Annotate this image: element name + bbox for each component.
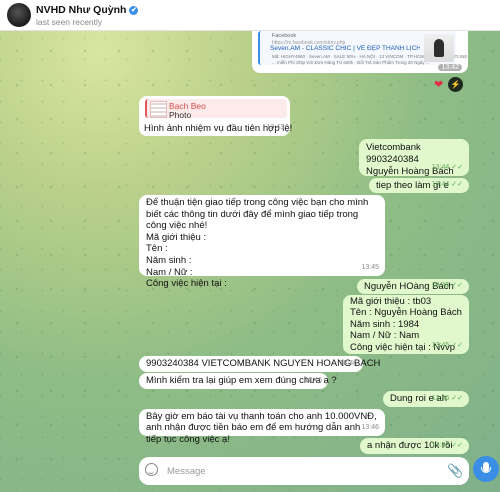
microphone-stand — [481, 467, 491, 473]
read-check-icon: ✓✓ — [451, 164, 463, 171]
message-time: 13:46 ✓✓ — [431, 395, 463, 402]
photo-thumbnail-icon — [150, 101, 167, 118]
read-check-icon: ✓✓ — [451, 181, 463, 188]
link-preview-description: ... miễn Phí Ship Với Đơn Hàng Từ 600k ·… — [272, 60, 430, 65]
message-text: Mình kiểm tra lại giúp em xem đúng chưa … — [146, 375, 337, 386]
outgoing-message[interactable]: Nguyễn HOàng Bách 13:45 ✓✓ — [357, 279, 469, 294]
outgoing-message[interactable]: a nhận được 10k rồi 13:53 ✓✓ — [360, 438, 469, 454]
message-time: 13:46 — [339, 360, 357, 367]
read-check-icon: ✓✓ — [451, 442, 463, 449]
emoji-icon[interactable] — [145, 463, 158, 476]
outgoing-message[interactable]: tiep theo làm gì e 13:44 ✓✓ — [369, 178, 469, 193]
link-preview-thumbnail[interactable] — [424, 34, 454, 62]
message-composer: 📎 — [139, 457, 469, 485]
message-time: 13:44 ✓✓ — [431, 164, 463, 171]
message-time: 13:53 ✓✓ — [431, 442, 463, 449]
message-input[interactable] — [167, 463, 427, 479]
message-text: Bây giờ em báo tài vụ thanh toán cho anh… — [146, 411, 377, 445]
message-text: 9903240384 VIETCOMBANK NGUYEN HOANG BACH — [146, 358, 381, 369]
chat-title[interactable]: NVHD Như Quỳnh — [36, 4, 126, 16]
link-preview-source: Facebook — [272, 33, 297, 39]
chat-header[interactable]: NVHD Như Quỳnh ✔ last seen recently — [0, 0, 500, 31]
reply-quote[interactable]: Bach Beo Photo — [145, 99, 287, 120]
incoming-message[interactable]: 9903240384 VIETCOMBANK NGUYEN HOANG BACH… — [139, 356, 381, 372]
link-preview-card[interactable]: Facebook https://m.facebook.com/story.ph… — [258, 31, 467, 65]
incoming-message[interactable]: Bây giờ em báo tài vụ thanh toán cho anh… — [139, 409, 385, 445]
message-time: 13:45 ✓✓ — [431, 342, 463, 349]
link-preview-title[interactable]: Seven.AM - CLASSIC CHIC | VẺ ĐẸP THANH L… — [270, 45, 420, 52]
message-time: 13:44 ✓✓ — [431, 181, 463, 188]
last-seen-status: last seen recently — [36, 17, 103, 27]
heart-reaction-icon[interactable]: ❤ — [434, 78, 443, 91]
message-time: 13:46 — [361, 424, 379, 431]
avatar[interactable] — [7, 3, 31, 27]
link-preview-message[interactable]: Facebook https://m.facebook.com/story.ph… — [252, 29, 468, 73]
read-check-icon: ✓✓ — [451, 395, 463, 402]
reaction-action-icon[interactable]: ⚡ — [448, 77, 463, 92]
message-time: 13:46 — [304, 377, 322, 384]
outgoing-message[interactable]: Mã giới thiệu : tb03 Tên : Nguyễn Hoàng … — [343, 295, 469, 354]
chat-window: NVHD Như Quỳnh ✔ last seen recently Faceb… — [0, 0, 500, 492]
chat-title-row[interactable]: NVHD Như Quỳnh ✔ — [36, 4, 139, 16]
read-check-icon: ✓✓ — [451, 282, 463, 289]
attach-icon[interactable]: 📎 — [447, 462, 463, 479]
message-time: 13:45 — [361, 264, 379, 271]
incoming-message[interactable]: Để thuận tiện giao tiếp trong công việc … — [139, 195, 385, 289]
voice-record-button[interactable] — [473, 456, 499, 482]
message-text: Để thuận tiện giao tiếp trong công việc … — [146, 197, 369, 290]
read-check-icon: ✓✓ — [451, 342, 463, 349]
reply-type: Photo — [169, 110, 192, 120]
outgoing-message[interactable]: Vietcombank 9903240384 Nguyễn Hoàng Bách… — [359, 139, 469, 177]
incoming-message[interactable]: Bach Beo Photo Hình ảnh nhiệm vụ đầu tiê… — [139, 96, 292, 136]
message-time: 13:42 — [438, 64, 462, 71]
verified-icon: ✔ — [129, 6, 139, 15]
outgoing-message[interactable]: Dung roi e ah 13:46 ✓✓ — [383, 391, 469, 407]
message-time: 13:45 ✓✓ — [431, 282, 463, 289]
message-time: 13:43 — [266, 124, 284, 131]
incoming-message[interactable]: Mình kiểm tra lại giúp em xem đúng chưa … — [139, 373, 337, 389]
